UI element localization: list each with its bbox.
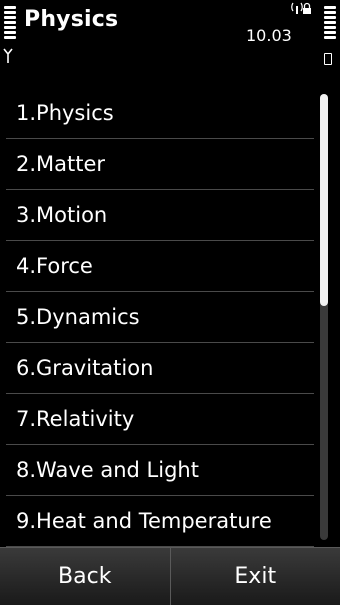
- list-item-wave-and-light[interactable]: 8.Wave and Light: [6, 445, 314, 496]
- wifi-lock-icon: [290, 1, 312, 18]
- list-item-physics[interactable]: 1.Physics: [6, 88, 314, 139]
- battery-icon: [324, 53, 332, 65]
- list-item-heat-and-temperature[interactable]: 9.Heat and Temperature: [6, 496, 314, 547]
- signal-strength-icon: [4, 6, 16, 41]
- list-item-motion[interactable]: 3.Motion: [6, 190, 314, 241]
- scrollbar-thumb[interactable]: [320, 94, 328, 306]
- clock: 10.03: [246, 26, 292, 45]
- exit-button[interactable]: Exit: [170, 548, 340, 605]
- scrollbar[interactable]: [320, 94, 328, 540]
- list-item-gravitation[interactable]: 6.Gravitation: [6, 343, 314, 394]
- topic-list: 1.Physics 2.Matter 3.Motion 4.Force 5.Dy…: [0, 88, 318, 547]
- status-bar: Physics 10.03: [0, 0, 340, 88]
- softkey-bar: Back Exit: [0, 547, 340, 605]
- antenna-icon: [3, 48, 13, 64]
- list-item-relativity[interactable]: 7.Relativity: [6, 394, 314, 445]
- battery-level-icon: [324, 6, 336, 41]
- page-title: Physics: [24, 7, 118, 32]
- back-button[interactable]: Back: [0, 548, 170, 605]
- list-item-matter[interactable]: 2.Matter: [6, 139, 314, 190]
- list-item-dynamics[interactable]: 5.Dynamics: [6, 292, 314, 343]
- list-item-force[interactable]: 4.Force: [6, 241, 314, 292]
